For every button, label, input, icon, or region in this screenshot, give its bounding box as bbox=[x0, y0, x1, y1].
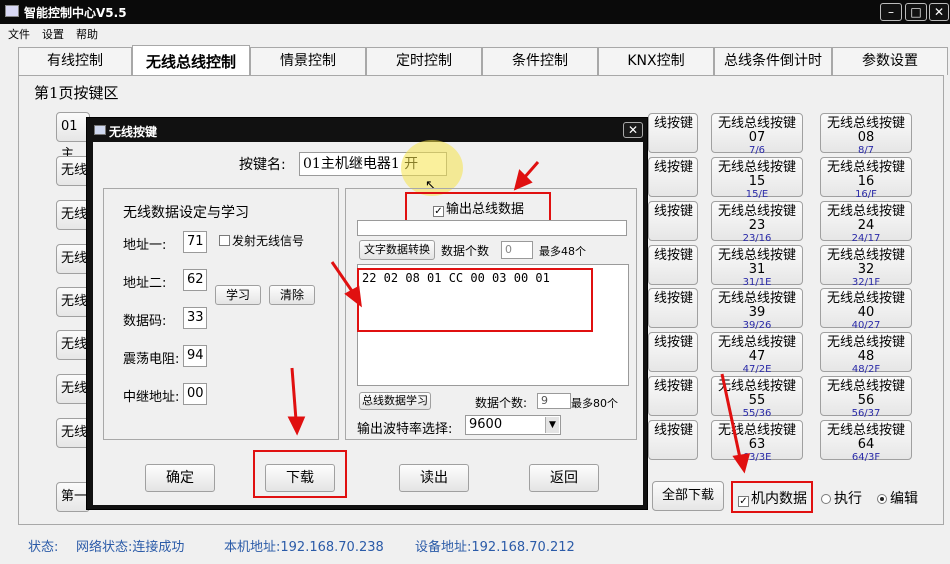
status-label: 状态: bbox=[28, 540, 59, 555]
arrow-head bbox=[344, 285, 362, 308]
network-status: 网络状态:连接成功 bbox=[76, 540, 185, 555]
arrow-line bbox=[290, 367, 298, 421]
annotation-arrows bbox=[287, 161, 751, 474]
arrow-line bbox=[522, 161, 540, 179]
arrow-head bbox=[287, 416, 306, 436]
arrow-line bbox=[330, 261, 356, 295]
device-address: 设备地址:192.168.70.212 bbox=[415, 540, 575, 555]
arrow-line bbox=[720, 373, 742, 459]
local-address: 本机地址:192.168.70.238 bbox=[224, 540, 384, 555]
arrow-head bbox=[732, 453, 751, 474]
status-bar: 状态: 网络状态:连接成功 本机地址:192.168.70.238 设备地址:1… bbox=[0, 528, 950, 564]
